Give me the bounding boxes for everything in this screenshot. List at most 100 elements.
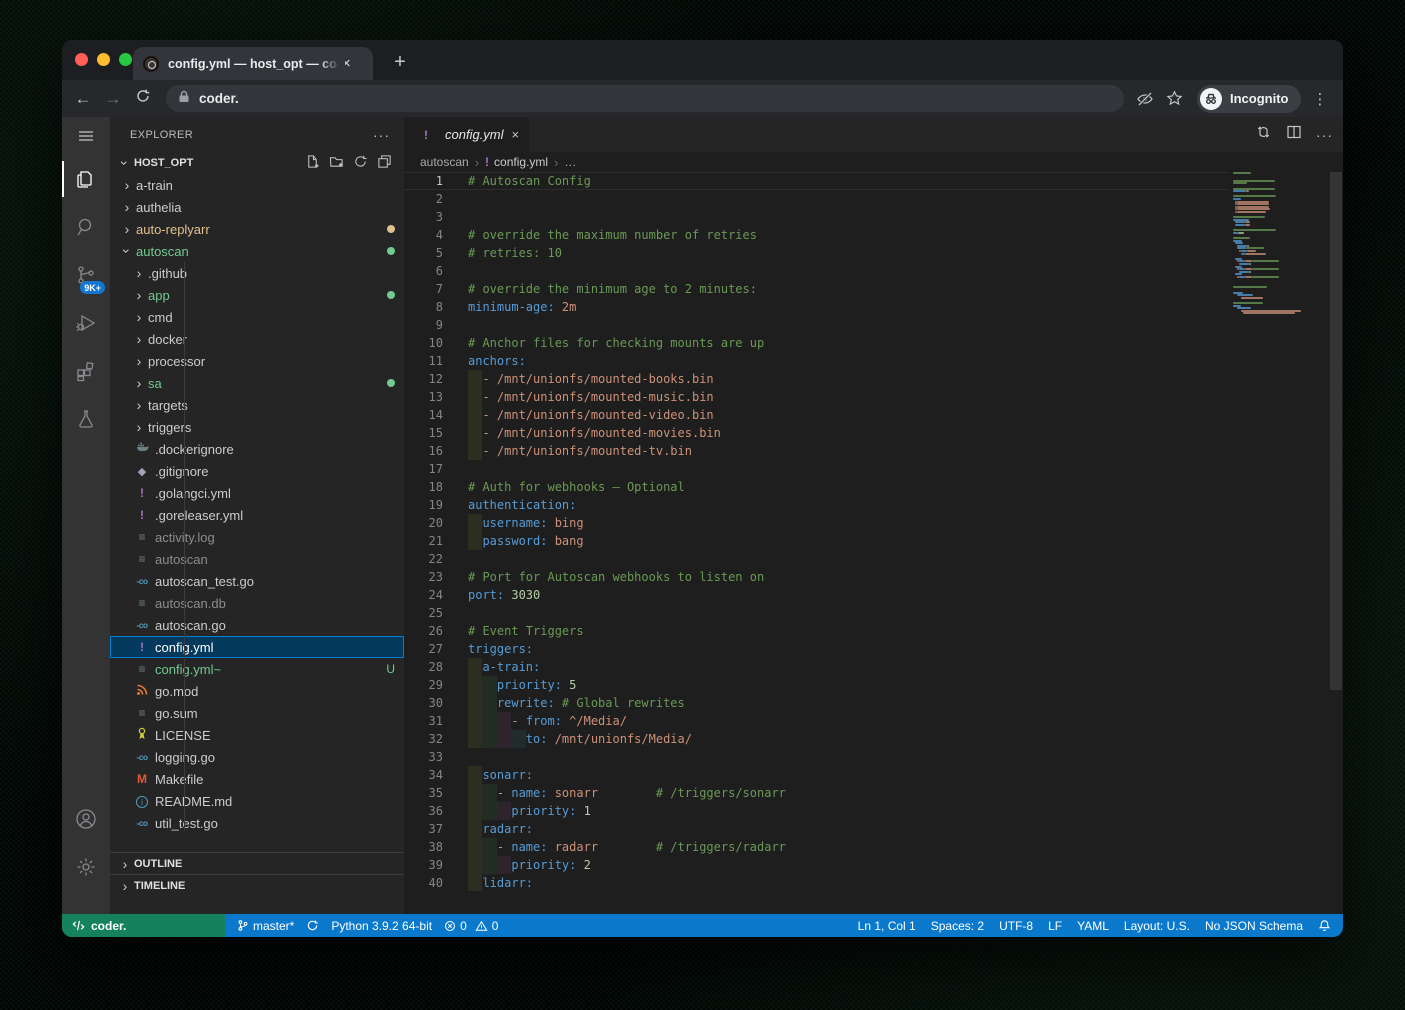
- editor-tab[interactable]: ! config.yml ×: [404, 117, 529, 152]
- code-line-6[interactable]: 6: [404, 262, 1229, 280]
- code-line-25[interactable]: 25: [404, 604, 1229, 622]
- code-line-18[interactable]: 18# Auth for webhooks — Optional: [404, 478, 1229, 496]
- status-spaces-2[interactable]: Spaces: 2: [931, 919, 984, 933]
- code-line-14[interactable]: 14 - /mnt/unionfs/mounted-video.bin: [404, 406, 1229, 424]
- notifications-bell-icon[interactable]: [1318, 919, 1331, 932]
- new-tab-button[interactable]: +: [387, 50, 413, 76]
- tree-item-docker[interactable]: ›docker: [110, 328, 404, 350]
- tree-item-targets[interactable]: ›targets: [110, 394, 404, 416]
- code-line-40[interactable]: 40 lidarr:: [404, 874, 1229, 891]
- new-file-icon[interactable]: [305, 154, 320, 172]
- code-line-17[interactable]: 17: [404, 460, 1229, 478]
- tree-item-app[interactable]: ›app: [110, 284, 404, 306]
- tree-item--gitignore[interactable]: ◆.gitignore: [110, 460, 404, 482]
- code-line-27[interactable]: 27triggers:: [404, 640, 1229, 658]
- code-line-3[interactable]: 3: [404, 208, 1229, 226]
- code-line-36[interactable]: 36 priority: 1: [404, 802, 1229, 820]
- code-line-5[interactable]: 5# retries: 10: [404, 244, 1229, 262]
- settings-gear-icon[interactable]: [62, 843, 110, 891]
- tree-item--golangci-yml[interactable]: !.golangci.yml: [110, 482, 404, 504]
- tree-item-config-yml[interactable]: !config.yml: [110, 636, 404, 658]
- tree-item-processor[interactable]: ›processor: [110, 350, 404, 372]
- code-line-32[interactable]: 32 to: /mnt/unionfs/Media/: [404, 730, 1229, 748]
- account-icon[interactable]: [62, 795, 110, 843]
- tree-item-a-train[interactable]: ›a-train: [110, 174, 404, 196]
- code-line-11[interactable]: 11anchors:: [404, 352, 1229, 370]
- address-bar[interactable]: coder.: [166, 85, 1124, 112]
- code-line-30[interactable]: 30 rewrite: # Global rewrites: [404, 694, 1229, 712]
- browser-menu-icon[interactable]: ⋮: [1313, 90, 1328, 108]
- code-line-29[interactable]: 29 priority: 5: [404, 676, 1229, 694]
- code-line-13[interactable]: 13 - /mnt/unionfs/mounted-music.bin: [404, 388, 1229, 406]
- tree-item-triggers[interactable]: ›triggers: [110, 416, 404, 438]
- search-icon[interactable]: [62, 203, 110, 251]
- remote-indicator[interactable]: coder.: [62, 914, 225, 937]
- minimap[interactable]: [1229, 172, 1329, 891]
- explorer-icon[interactable]: [62, 155, 110, 203]
- breadcrumb[interactable]: autoscan›!config.yml›…: [404, 152, 1343, 172]
- tree-item--github[interactable]: ›.github: [110, 262, 404, 284]
- tree-item-go-sum[interactable]: ≡go.sum: [110, 702, 404, 724]
- tree-item--dockerignore[interactable]: .dockerignore: [110, 438, 404, 460]
- menu-icon[interactable]: [62, 117, 110, 155]
- tree-item-autoscan[interactable]: ≡autoscan: [110, 548, 404, 570]
- run-and-debug-icon[interactable]: [62, 299, 110, 347]
- collapse-folders-icon[interactable]: [377, 154, 392, 172]
- sync-icon[interactable]: [306, 919, 319, 932]
- new-folder-icon[interactable]: [329, 154, 344, 172]
- code-line-34[interactable]: 34 sonarr:: [404, 766, 1229, 784]
- testing-icon[interactable]: [62, 395, 110, 443]
- status-no-json-schema[interactable]: No JSON Schema: [1205, 919, 1303, 933]
- code-line-12[interactable]: 12 - /mnt/unionfs/mounted-books.bin: [404, 370, 1229, 388]
- tree-item-autoscan-go[interactable]: -coautoscan.go: [110, 614, 404, 636]
- code-line-26[interactable]: 26# Event Triggers: [404, 622, 1229, 640]
- breadcrumb-symbol[interactable]: …: [564, 155, 576, 169]
- code-line-37[interactable]: 37 radarr:: [404, 820, 1229, 838]
- code-line-23[interactable]: 23# Port for Autoscan webhooks to listen…: [404, 568, 1229, 586]
- code-line-39[interactable]: 39 priority: 2: [404, 856, 1229, 874]
- tree-item-license[interactable]: LICENSE: [110, 724, 404, 746]
- tree-item-activity-log[interactable]: ≡activity.log: [110, 526, 404, 548]
- forward-button[interactable]: →: [98, 89, 128, 109]
- traffic-light-close[interactable]: [75, 53, 88, 66]
- status-yaml[interactable]: YAML: [1077, 919, 1109, 933]
- code-line-33[interactable]: 33: [404, 748, 1229, 766]
- refresh-icon[interactable]: [353, 154, 368, 172]
- browser-tab[interactable]: config.yml — host_opt — code ×: [133, 47, 373, 80]
- code-line-10[interactable]: 10# Anchor files for checking mounts are…: [404, 334, 1229, 352]
- status-lf[interactable]: LF: [1048, 919, 1062, 933]
- code-line-2[interactable]: 2: [404, 190, 1229, 208]
- tree-item-autoscan-test-go[interactable]: -coautoscan_test.go: [110, 570, 404, 592]
- status-utf-8[interactable]: UTF-8: [999, 919, 1033, 933]
- code-line-16[interactable]: 16 - /mnt/unionfs/mounted-tv.bin: [404, 442, 1229, 460]
- editor-tab-close-icon[interactable]: ×: [512, 127, 520, 142]
- code-line-4[interactable]: 4# override the maximum number of retrie…: [404, 226, 1229, 244]
- open-changes-icon[interactable]: [1256, 124, 1272, 145]
- bookmark-star-icon[interactable]: [1166, 90, 1183, 107]
- split-editor-icon[interactable]: [1286, 124, 1302, 145]
- tree-item-readme-md[interactable]: iREADME.md: [110, 790, 404, 812]
- code-line-19[interactable]: 19authentication:: [404, 496, 1229, 514]
- code-line-21[interactable]: 21 password: bang: [404, 532, 1229, 550]
- code-line-24[interactable]: 24port: 3030: [404, 586, 1229, 604]
- tree-item-config-yml-[interactable]: ≡config.yml~U: [110, 658, 404, 680]
- tree-item-autoscan-db[interactable]: ≡autoscan.db: [110, 592, 404, 614]
- tree-item-auto-replyarr[interactable]: ›auto-replyarr: [110, 218, 404, 240]
- traffic-light-maximize[interactable]: [119, 53, 132, 66]
- back-button[interactable]: ←: [68, 89, 98, 109]
- code-line-7[interactable]: 7# override the minimum age to 2 minutes…: [404, 280, 1229, 298]
- hide-eye-icon[interactable]: [1136, 90, 1154, 108]
- code-line-35[interactable]: 35 - name: sonarr # /triggers/sonarr: [404, 784, 1229, 802]
- extensions-icon[interactable]: [62, 347, 110, 395]
- python-version[interactable]: Python 3.9.2 64-bit: [331, 919, 432, 933]
- code-editor[interactable]: 1# Autoscan Config234# override the maxi…: [404, 172, 1343, 891]
- status-ln-1-col-1[interactable]: Ln 1, Col 1: [858, 919, 916, 933]
- tree-item--goreleaser-yml[interactable]: !.goreleaser.yml: [110, 504, 404, 526]
- tree-item-cmd[interactable]: ›cmd: [110, 306, 404, 328]
- code-line-31[interactable]: 31 - from: ^/Media/: [404, 712, 1229, 730]
- code-line-20[interactable]: 20 username: bing: [404, 514, 1229, 532]
- source-control-icon[interactable]: 9K+: [62, 251, 110, 299]
- code-line-15[interactable]: 15 - /mnt/unionfs/mounted-movies.bin: [404, 424, 1229, 442]
- code-line-1[interactable]: 1# Autoscan Config: [404, 172, 1229, 190]
- scrollbar-thumb[interactable]: [1330, 172, 1342, 690]
